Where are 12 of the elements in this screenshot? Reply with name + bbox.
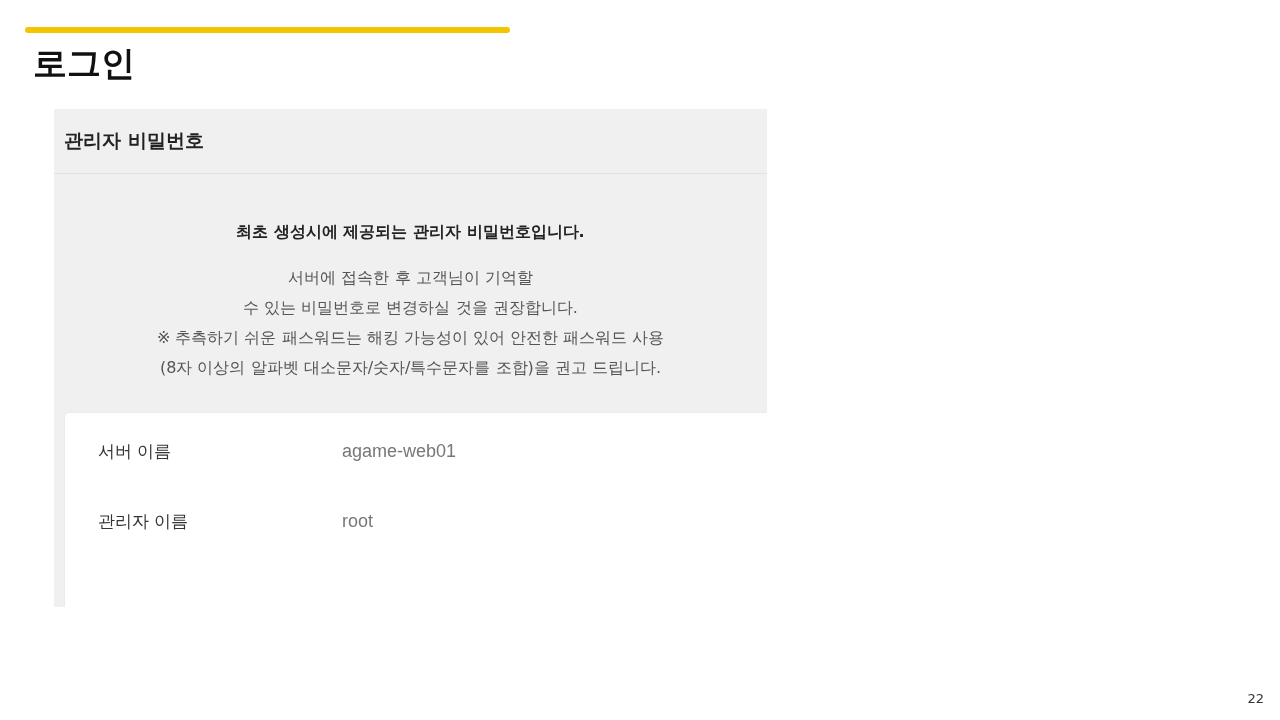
slide-title: 로그인 <box>33 42 136 85</box>
notice-text: (8자 이상의 알파벳 대소문자/숫자/특수문자를 조합)을 권고 드립니다. <box>159 357 661 379</box>
notice-heading: 최초 생성시에 제공되는 관리자 비밀번호입니다. <box>236 222 585 243</box>
field-value: root <box>342 511 374 532</box>
panel-title: 관리자 비밀번호 <box>64 128 204 153</box>
field-label: 서버 이름 <box>98 440 173 463</box>
field-label: 관리자 이름 <box>98 510 190 533</box>
notice-text: 수 있는 비밀번호로 변경하실 것을 권장합니다. <box>243 297 578 319</box>
notice-text: ※ 추측하기 쉬운 패스워드는 해킹 가능성이 있어 안전한 패스워드 사용 <box>156 327 665 349</box>
page-number: 22 <box>1247 691 1264 706</box>
notice-text: 서버에 접속한 후 고객님이 기억할 <box>288 267 533 289</box>
field-value: agame-web01 <box>342 441 457 462</box>
